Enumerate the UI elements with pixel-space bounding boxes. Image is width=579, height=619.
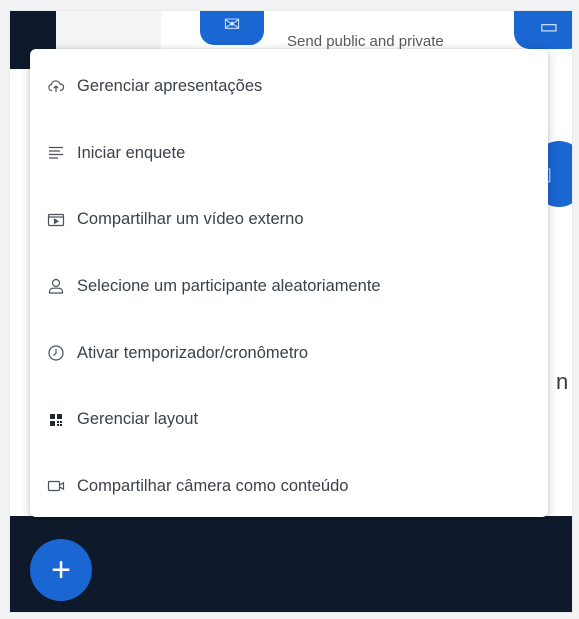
poll-list-icon	[47, 144, 65, 162]
menu-item-share-camera-content[interactable]: Compartilhar câmera como conteúdo	[30, 453, 548, 520]
menu-item-start-poll[interactable]: Iniciar enquete	[30, 120, 548, 187]
menu-item-label: Gerenciar apresentações	[77, 76, 263, 95]
menu-item-label: Gerenciar layout	[77, 410, 199, 429]
menu-item-label: Ativar temporizador/cronômetro	[77, 343, 309, 362]
chat-button[interactable]: ✉	[200, 11, 264, 45]
timer-icon	[47, 344, 65, 362]
video-icon: ▭	[539, 16, 559, 38]
user-icon	[47, 277, 65, 295]
menu-item-label: Compartilhar câmera como conteúdo	[77, 476, 349, 495]
chat-icon: ✉	[223, 14, 241, 36]
cloud-upload-icon	[47, 77, 65, 95]
menu-item-manage-layout[interactable]: Gerenciar layout	[30, 386, 548, 453]
chat-hint-text: Send public and private	[287, 33, 444, 50]
layout-icon	[47, 411, 65, 429]
camera-icon	[47, 477, 65, 495]
external-video-icon	[47, 211, 65, 229]
menu-item-label: Iniciar enquete	[77, 143, 186, 162]
actions-menu: Gerenciar apresentações Iniciar enquete …	[30, 49, 548, 517]
actions-plus-button[interactable]: +	[30, 539, 92, 601]
menu-item-share-external-video[interactable]: Compartilhar um vídeo externo	[30, 186, 548, 253]
bottom-action-bar	[10, 516, 572, 612]
video-button[interactable]: ▭	[514, 11, 572, 49]
menu-item-label: Selecione um participante aleatoriamente	[77, 276, 381, 295]
app-frame: ✉ Send public and private ▭ ▯ n + Gerenc…	[9, 10, 573, 613]
partial-text: n	[556, 369, 569, 394]
menu-item-label: Compartilhar um vídeo externo	[77, 210, 304, 229]
menu-item-manage-presentations[interactable]: Gerenciar apresentações	[30, 53, 548, 120]
menu-item-timer[interactable]: Ativar temporizador/cronômetro	[30, 320, 548, 387]
menu-item-random-participant[interactable]: Selecione um participante aleatoriamente	[30, 253, 548, 320]
